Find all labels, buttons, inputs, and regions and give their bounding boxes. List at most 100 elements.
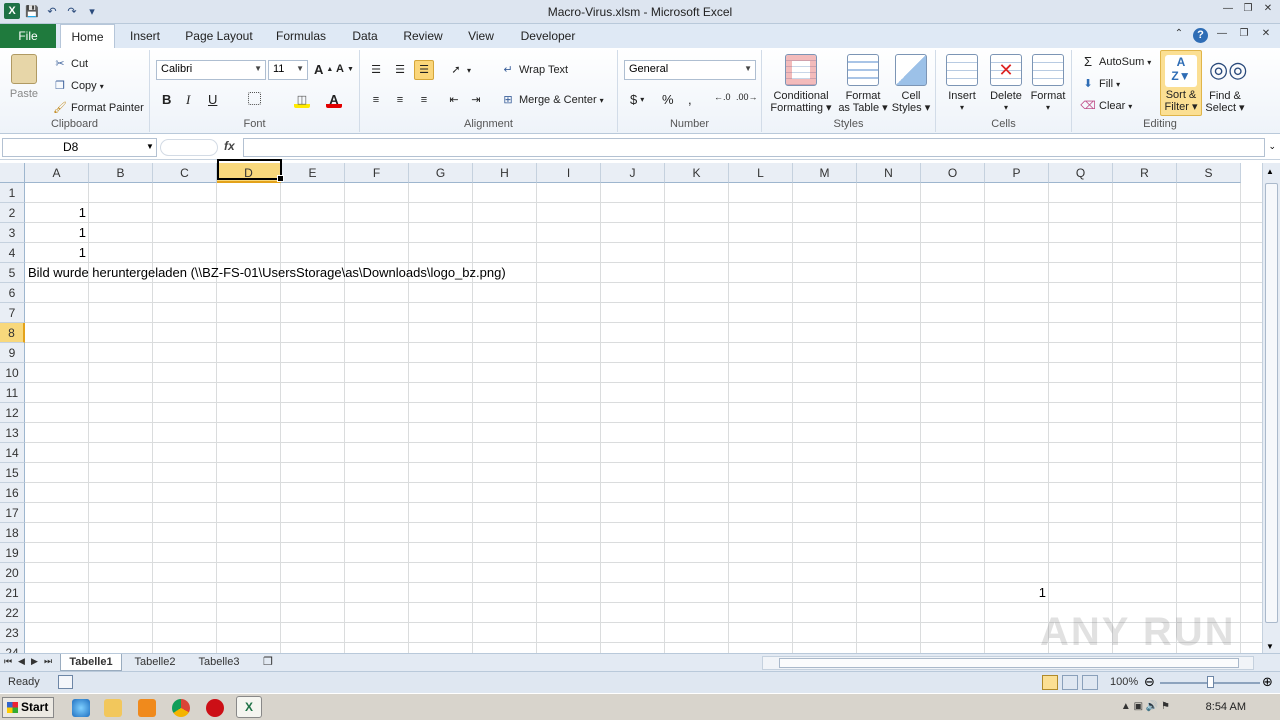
insert-function-icon[interactable]: fx bbox=[224, 139, 235, 153]
column-header-j[interactable]: J bbox=[601, 163, 665, 183]
merge-center-button[interactable]: ⊞ Merge & Center ▾ bbox=[500, 92, 603, 108]
media-player-icon[interactable] bbox=[138, 699, 156, 717]
sort-filter-button[interactable]: A Z▼ Sort & Filter ▾ bbox=[1160, 50, 1202, 116]
grow-font-button[interactable]: A ▲ bbox=[314, 62, 333, 77]
paste-button[interactable]: Paste bbox=[6, 54, 42, 100]
number-format-select[interactable]: General ▼ bbox=[624, 60, 756, 80]
vertical-scrollbar[interactable]: ▲ ▼ bbox=[1262, 163, 1280, 655]
page-break-view-icon[interactable] bbox=[1082, 675, 1098, 690]
row-header-24[interactable]: 24 bbox=[0, 643, 25, 653]
align-top-button[interactable]: ☰ bbox=[368, 62, 384, 78]
row-header-7[interactable]: 7 bbox=[0, 303, 25, 323]
worksheet-grid[interactable]: ABCDEFGHIJKLMNOPQRS 1 2 3 4 5 6 7 8 9 10 11 12 13 14 1… bbox=[0, 163, 1262, 653]
shrink-font-button[interactable]: A ▼ bbox=[336, 63, 354, 75]
row-header-23[interactable]: 23 bbox=[0, 623, 25, 643]
cell-A2[interactable]: 1 bbox=[25, 203, 89, 223]
column-header-o[interactable]: O bbox=[921, 163, 985, 183]
zoom-out-icon[interactable]: ⊖ bbox=[1144, 674, 1155, 690]
row-header-8[interactable]: 8 bbox=[0, 323, 25, 343]
decrease-indent-button[interactable]: ⇤ bbox=[446, 92, 462, 108]
doc-close-icon[interactable]: ✕ bbox=[1258, 28, 1274, 42]
tab-file[interactable]: File bbox=[0, 24, 56, 48]
zoom-in-icon[interactable]: ⊕ bbox=[1262, 674, 1273, 690]
fill-color-button[interactable]: ◫ bbox=[294, 92, 310, 108]
cell-A5[interactable]: Bild wurde heruntergeladen (\\BZ-FS-01\U… bbox=[25, 263, 509, 283]
expand-formula-bar-icon[interactable]: ⌄ bbox=[1268, 141, 1276, 152]
row-header-21[interactable]: 21 bbox=[0, 583, 25, 603]
row-header-19[interactable]: 19 bbox=[0, 543, 25, 563]
font-name-select[interactable]: Calibri ▼ bbox=[156, 60, 266, 80]
row-header-6[interactable]: 6 bbox=[0, 283, 25, 303]
horizontal-scrollbar[interactable] bbox=[762, 656, 1254, 670]
cell-A3[interactable]: 1 bbox=[25, 223, 89, 243]
explorer-icon[interactable] bbox=[104, 699, 122, 717]
align-right-button[interactable]: ≡ bbox=[416, 92, 432, 108]
decrease-decimal-button[interactable]: .00→ bbox=[736, 92, 758, 102]
row-header-20[interactable]: 20 bbox=[0, 563, 25, 583]
next-sheet-icon[interactable]: ▶ bbox=[31, 656, 38, 667]
italic-button[interactable]: I bbox=[186, 92, 190, 108]
column-header-q[interactable]: Q bbox=[1049, 163, 1113, 183]
normal-view-icon[interactable] bbox=[1042, 675, 1058, 690]
insert-cells-button[interactable]: Insert ▾ bbox=[940, 54, 984, 114]
increase-indent-button[interactable]: ⇥ bbox=[468, 92, 484, 108]
tab-review[interactable]: Review bbox=[396, 24, 450, 48]
row-header-12[interactable]: 12 bbox=[0, 403, 25, 423]
row-header-15[interactable]: 15 bbox=[0, 463, 25, 483]
percent-button[interactable]: % bbox=[662, 92, 674, 107]
increase-decimal-button[interactable]: ←.0 bbox=[714, 92, 731, 102]
tab-formulas[interactable]: Formulas bbox=[268, 24, 334, 48]
align-middle-button[interactable]: ☰ bbox=[392, 62, 408, 78]
column-header-a[interactable]: A bbox=[25, 163, 89, 183]
insert-sheet-icon[interactable]: ❐ bbox=[256, 654, 280, 671]
row-header-9[interactable]: 9 bbox=[0, 343, 25, 363]
help-icon[interactable]: ? bbox=[1193, 28, 1208, 43]
ie-icon[interactable] bbox=[72, 699, 90, 717]
sheet-tab-tabelle3[interactable]: Tabelle3 bbox=[190, 654, 248, 671]
font-size-select[interactable]: 11 ▼ bbox=[268, 60, 308, 80]
tab-home[interactable]: Home bbox=[60, 24, 115, 49]
excel-taskbar-icon[interactable]: X bbox=[236, 696, 262, 718]
row-header-14[interactable]: 14 bbox=[0, 443, 25, 463]
underline-button[interactable]: U bbox=[208, 92, 217, 107]
zoom-slider-knob[interactable] bbox=[1207, 676, 1214, 688]
row-header-22[interactable]: 22 bbox=[0, 603, 25, 623]
scroll-down-icon[interactable]: ▼ bbox=[1266, 642, 1274, 651]
prev-sheet-icon[interactable]: ◀ bbox=[18, 656, 25, 667]
autosum-button[interactable]: Σ AutoSum ▾ bbox=[1080, 54, 1151, 70]
row-header-2[interactable]: 2 bbox=[0, 203, 25, 223]
column-header-b[interactable]: B bbox=[89, 163, 153, 183]
active-cell-selection[interactable] bbox=[217, 159, 284, 182]
conditional-formatting-button[interactable]: Conditional Formatting ▾ bbox=[766, 54, 836, 114]
column-header-i[interactable]: I bbox=[537, 163, 601, 183]
tab-view[interactable]: View bbox=[460, 24, 502, 48]
fill-button[interactable]: ⬇ Fill ▾ bbox=[1080, 76, 1120, 92]
page-layout-view-icon[interactable] bbox=[1062, 675, 1078, 690]
column-header-r[interactable]: R bbox=[1113, 163, 1177, 183]
font-color-button[interactable]: A bbox=[326, 92, 342, 108]
last-sheet-icon[interactable]: ⏭ bbox=[44, 656, 52, 667]
formula-input[interactable] bbox=[243, 138, 1265, 157]
tab-page-layout[interactable]: Page Layout bbox=[180, 24, 258, 48]
tab-developer[interactable]: Developer bbox=[512, 24, 584, 48]
name-box-dropdown-icon[interactable]: ▼ bbox=[146, 142, 154, 151]
row-header-4[interactable]: 4 bbox=[0, 243, 25, 263]
doc-minimize-icon[interactable]: — bbox=[1214, 28, 1230, 42]
column-header-c[interactable]: C bbox=[153, 163, 217, 183]
opera-icon[interactable] bbox=[206, 699, 224, 717]
cell-A4[interactable]: 1 bbox=[25, 243, 89, 263]
start-button[interactable]: Start bbox=[2, 697, 54, 718]
orientation-button[interactable]: ➚ ▾ bbox=[448, 62, 471, 78]
row-header-3[interactable]: 3 bbox=[0, 223, 25, 243]
row-header-10[interactable]: 10 bbox=[0, 363, 25, 383]
tab-data[interactable]: Data bbox=[344, 24, 386, 48]
column-header-h[interactable]: H bbox=[473, 163, 537, 183]
format-as-table-button[interactable]: Format as Table ▾ bbox=[838, 54, 888, 114]
scroll-up-icon[interactable]: ▲ bbox=[1266, 167, 1274, 176]
first-sheet-icon[interactable]: ⏮ bbox=[4, 656, 12, 667]
minimize-ribbon-icon[interactable]: ⌃ bbox=[1171, 28, 1187, 42]
row-header-16[interactable]: 16 bbox=[0, 483, 25, 503]
zoom-level[interactable]: 100% bbox=[1110, 676, 1138, 688]
macro-record-icon[interactable] bbox=[58, 675, 73, 689]
column-header-g[interactable]: G bbox=[409, 163, 473, 183]
